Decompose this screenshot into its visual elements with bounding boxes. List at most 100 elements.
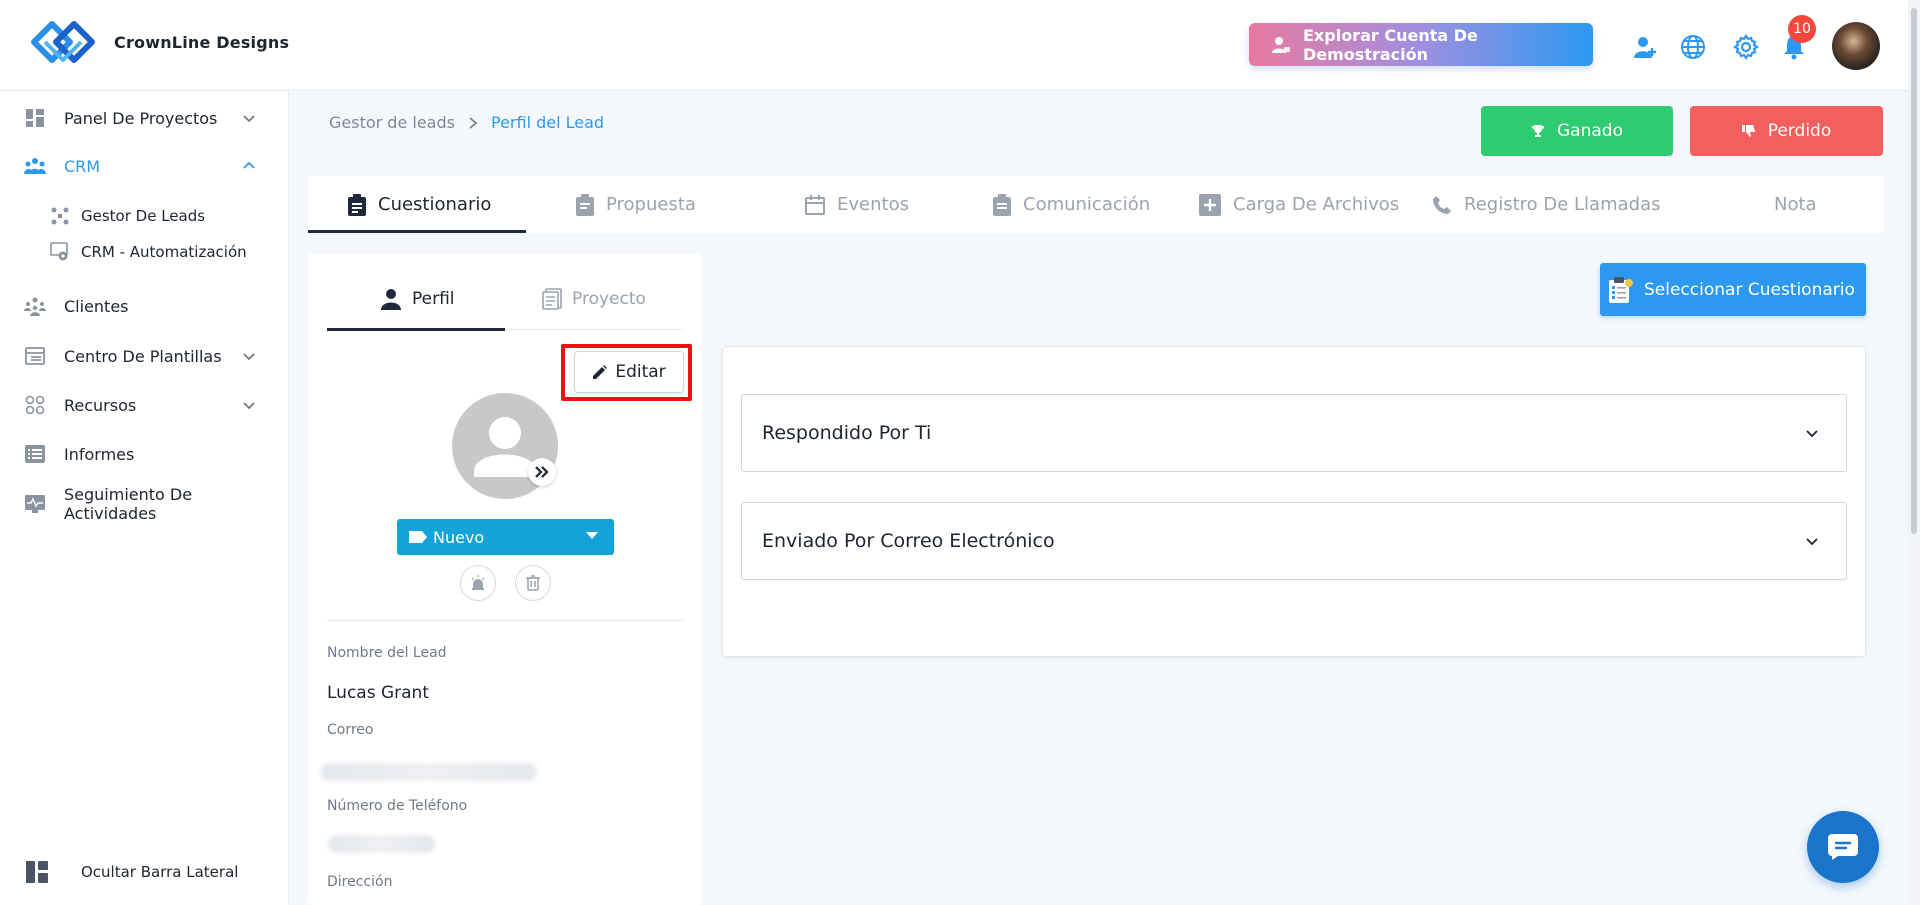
edit-profile-button[interactable]: Editar	[574, 351, 684, 393]
sidebar-item-clientes[interactable]: Clientes	[0, 285, 289, 327]
caret-down-icon	[586, 532, 598, 539]
user-icon	[380, 288, 402, 310]
tab-propuesta[interactable]: Propuesta	[576, 176, 696, 233]
status-value: Nuevo	[433, 527, 485, 547]
tab-comunicacion[interactable]: Comunicación	[993, 176, 1150, 233]
accordion-title: Enviado Por Correo Electrónico	[762, 530, 1055, 552]
alarm-reminder-button[interactable]	[460, 565, 496, 601]
edit-label: Editar	[615, 362, 666, 382]
lead-status-dropdown[interactable]: Nuevo	[397, 519, 614, 555]
sidebar: Panel De Proyectos CRM Gestor De Leads C…	[0, 91, 289, 905]
sidebar-item-panel-de-proyectos[interactable]: Panel De Proyectos	[0, 97, 289, 139]
sidebar-item-label: Clientes	[64, 296, 129, 316]
sidebar-item-label: Recursos	[64, 395, 137, 415]
brand-name: CrownLine Designs	[114, 32, 290, 52]
tab-label: Comunicación	[1023, 194, 1151, 215]
brand-logo[interactable]: CrownLine Designs	[28, 12, 289, 72]
chevron-down-icon	[243, 353, 255, 361]
page-scrollbar[interactable]	[1908, 0, 1920, 905]
profile-tab-proyecto[interactable]: Proyecto	[542, 279, 646, 319]
sidebar-subitem-crm-automatizacion[interactable]: CRM - Automatización	[0, 236, 289, 268]
sidebar-subitem-label: CRM - Automatización	[81, 243, 247, 261]
thumbs-down-icon	[1741, 124, 1756, 138]
address-label: Dirección	[327, 874, 393, 890]
profile-tab-perfil[interactable]: Perfil	[380, 279, 455, 319]
trash-icon	[526, 575, 540, 591]
project-document-icon	[542, 288, 562, 310]
select-questionnaire-button[interactable]: Seleccionar Cuestionario	[1600, 263, 1866, 316]
accordion-title: Respondido Por Ti	[762, 422, 932, 444]
top-bar: CrownLine Designs Explorar Cuenta De Dem…	[0, 0, 1920, 91]
avatar-expand-button[interactable]	[528, 458, 556, 486]
scrollbar-thumb[interactable]	[1911, 8, 1917, 534]
sidebar-subitem-label: Gestor De Leads	[81, 207, 206, 225]
proposal-icon	[576, 193, 594, 216]
accordion-respondido-por-ti[interactable]: Respondido Por Ti	[741, 394, 1847, 472]
lead-name-label: Nombre del Lead	[327, 645, 447, 661]
won-button[interactable]: Ganado	[1481, 106, 1673, 156]
pencil-icon	[592, 364, 608, 380]
chat-support-button[interactable]	[1807, 811, 1879, 883]
reports-list-icon	[24, 443, 46, 465]
activity-tracking-icon	[24, 493, 46, 515]
sidebar-item-label: Centro De Plantillas	[64, 346, 222, 366]
sidebar-item-centro-de-plantillas[interactable]: Centro De Plantillas	[0, 335, 289, 377]
questionnaire-clipboard-icon	[1608, 276, 1634, 304]
sidebar-item-label: Panel De Proyectos	[64, 108, 218, 128]
sidebar-item-crm[interactable]: CRM	[0, 145, 289, 187]
automation-gear-icon	[50, 242, 70, 262]
tag-icon	[409, 531, 427, 543]
tab-label: Propuesta	[606, 194, 696, 215]
lead-tabs-bar: Cuestionario Propuesta Eventos Comunicac…	[308, 176, 1884, 233]
profile-tab-label: Proyecto	[572, 289, 646, 309]
sidebar-layout-icon	[26, 861, 48, 883]
tab-registro-de-llamadas[interactable]: Registro De Llamadas	[1432, 176, 1661, 233]
dashboard-grid-icon	[24, 107, 46, 129]
hide-sidebar-button[interactable]: Ocultar Barra Lateral	[0, 851, 289, 893]
profile-divider	[327, 620, 683, 621]
active-tab-indicator	[308, 230, 526, 233]
crownline-logo-icon	[31, 21, 95, 63]
calendar-icon	[805, 194, 825, 215]
sidebar-item-label: Informes	[64, 444, 135, 464]
breadcrumb-gestor-de-leads-link[interactable]: Gestor de leads	[329, 113, 455, 132]
email-value-redacted	[321, 763, 537, 781]
chevron-down-icon	[243, 402, 255, 410]
user-avatar[interactable]	[1832, 22, 1880, 70]
resources-icon	[24, 394, 46, 416]
tab-eventos[interactable]: Eventos	[805, 176, 909, 233]
lost-button[interactable]: Perdido	[1690, 106, 1883, 156]
tab-label: Nota	[1774, 194, 1817, 215]
breadcrumb: Gestor de leads Perfil del Lead	[329, 113, 604, 132]
hide-sidebar-label: Ocultar Barra Lateral	[81, 863, 239, 881]
sidebar-item-seguimiento-de-actividades[interactable]: Seguimiento De Actividades	[0, 483, 289, 525]
sidebar-subitem-gestor-de-leads[interactable]: Gestor De Leads	[0, 200, 289, 232]
clipboard-list-icon	[348, 193, 366, 216]
active-profile-tab-indicator	[327, 328, 505, 331]
sidebar-item-informes[interactable]: Informes	[0, 433, 289, 475]
delete-lead-button[interactable]	[515, 565, 551, 601]
chevron-right-icon	[467, 116, 479, 130]
tab-nota[interactable]: Nota	[1774, 176, 1817, 233]
tab-label: Cuestionario	[378, 194, 492, 215]
communication-clipboard-icon	[993, 193, 1011, 216]
won-label: Ganado	[1557, 121, 1623, 141]
chat-bubble-icon	[1828, 834, 1858, 860]
sidebar-item-recursos[interactable]: Recursos	[0, 384, 289, 426]
plus-square-icon	[1199, 193, 1221, 216]
explore-demo-account-button[interactable]: Explorar Cuenta De Demostración	[1249, 23, 1593, 66]
crm-people-icon	[24, 155, 46, 177]
notification-count-badge: 10	[1788, 15, 1816, 43]
double-chevron-right-icon	[535, 466, 549, 478]
accordion-enviado-por-correo[interactable]: Enviado Por Correo Electrónico	[741, 502, 1847, 580]
select-questionnaire-label: Seleccionar Cuestionario	[1644, 279, 1855, 300]
settings-gear-icon[interactable]	[1732, 33, 1760, 61]
globe-language-icon[interactable]	[1679, 33, 1707, 61]
phone-value-redacted	[328, 835, 435, 853]
sidebar-item-label: CRM	[64, 156, 101, 176]
add-user-icon[interactable]	[1631, 33, 1659, 61]
alarm-icon	[471, 575, 485, 590]
tab-cuestionario[interactable]: Cuestionario	[348, 176, 491, 233]
tab-carga-de-archivos[interactable]: Carga De Archivos	[1199, 176, 1399, 233]
template-center-icon	[24, 345, 46, 367]
